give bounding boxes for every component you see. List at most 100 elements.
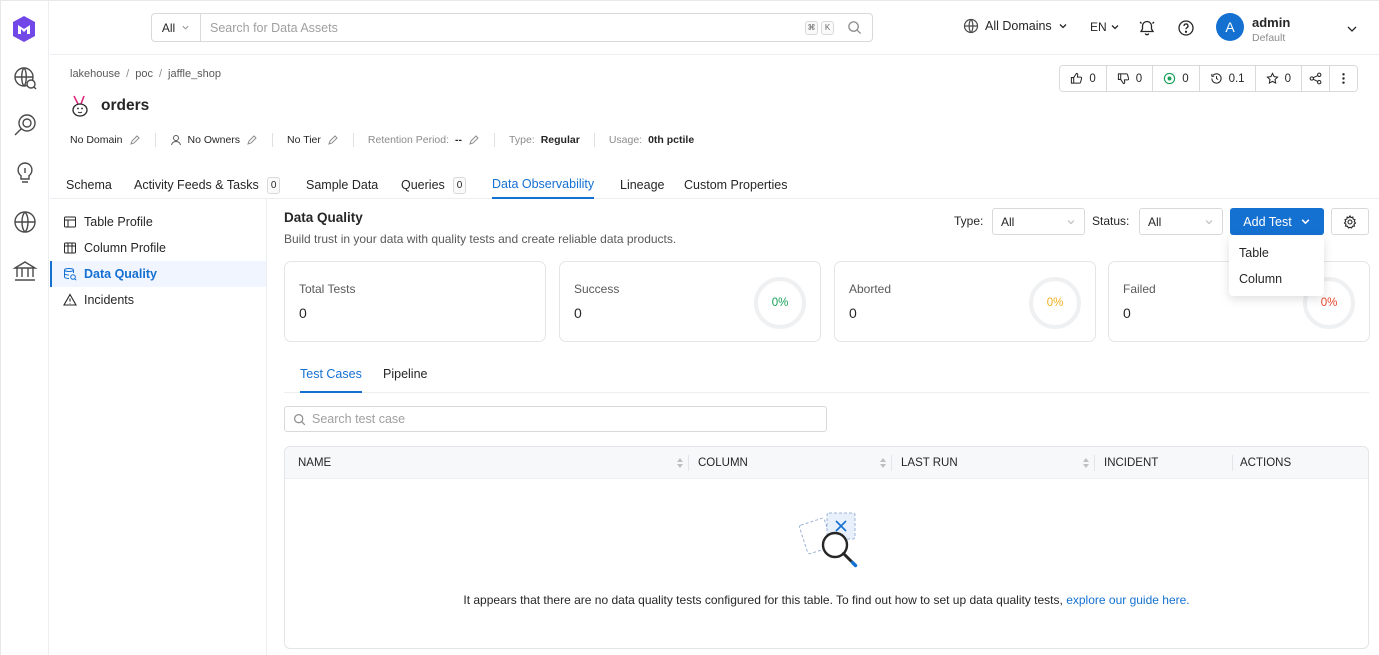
entity-tabs: Schema Activity Feeds & Tasks 0 Sample Da… xyxy=(50,165,1379,199)
global-search-input[interactable] xyxy=(201,20,805,35)
stat-progress-ring: 0% xyxy=(754,277,806,329)
section-title: Data Quality xyxy=(284,210,363,225)
k-key: K xyxy=(821,20,834,35)
add-test-button[interactable]: Add Test xyxy=(1230,208,1324,235)
column-header-incident[interactable]: INCIDENT xyxy=(1104,447,1158,479)
vote-button[interactable]: 0 xyxy=(1153,66,1200,91)
help-icon[interactable] xyxy=(1177,19,1195,37)
domain-selector[interactable]: All Domains xyxy=(963,18,1068,34)
like-count: 0 xyxy=(1089,72,1096,85)
entity-actions-bar: 0 0 0 0.1 0 xyxy=(1059,65,1358,92)
breadcrumb-item[interactable]: jaffle_shop xyxy=(168,68,221,80)
governance-icon[interactable] xyxy=(12,258,38,284)
sort-icon[interactable] xyxy=(676,457,684,469)
column-header-name[interactable]: NAME xyxy=(298,447,331,479)
status-filter-select[interactable]: All xyxy=(1139,208,1223,235)
app-logo-icon[interactable] xyxy=(11,15,37,43)
test-case-search-input[interactable] xyxy=(312,412,826,426)
column-divider xyxy=(1094,455,1095,471)
sidebar-item-column-profile[interactable]: Column Profile xyxy=(50,235,266,261)
cmd-key: ⌘ xyxy=(805,20,818,35)
retention-meta: Retention Period: -- xyxy=(367,133,496,147)
chevron-down-icon xyxy=(1059,24,1067,29)
tab-label: Queries xyxy=(401,178,445,192)
type-filter-value: All xyxy=(1001,214,1015,229)
breadcrumb-item[interactable]: poc xyxy=(135,68,153,80)
sidebar-item-table-profile[interactable]: Table Profile xyxy=(50,209,266,235)
like-button[interactable]: 0 xyxy=(1060,66,1107,91)
share-button[interactable] xyxy=(1302,66,1330,91)
type-filter-select[interactable]: All xyxy=(992,208,1085,235)
stat-value: 0 xyxy=(1123,305,1131,321)
test-cases-table: NAME COLUMN LAST RUN INCIDENT ACTIONS It… xyxy=(284,446,1369,649)
stat-label: Aborted xyxy=(849,282,892,296)
search-button[interactable] xyxy=(842,16,866,40)
search-shortcut: ⌘ K xyxy=(805,20,834,35)
no-data-illustration-icon xyxy=(799,512,858,568)
tab-sample-data[interactable]: Sample Data xyxy=(306,171,378,199)
sidebar-item-data-quality[interactable]: Data Quality xyxy=(50,261,266,287)
retention-label: Retention Period: xyxy=(367,134,450,146)
entity-metadata-bar: No Domain No Owners No Tier Retention Pe… xyxy=(70,133,722,147)
breadcrumb-item[interactable]: lakehouse xyxy=(70,68,120,80)
test-subtabs: Test Cases Pipeline xyxy=(284,361,1369,393)
stat-value: 0 xyxy=(299,305,307,321)
search-icon xyxy=(847,21,861,35)
status-filter-label: Status: xyxy=(1092,214,1130,228)
tab-lineage[interactable]: Lineage xyxy=(620,171,665,199)
column-header-last-run[interactable]: LAST RUN xyxy=(901,447,958,479)
retention-value: -- xyxy=(455,134,463,146)
tab-activity-feeds[interactable]: Activity Feeds & Tasks 0 xyxy=(134,171,281,199)
tab-data-observability[interactable]: Data Observability xyxy=(492,171,595,199)
stat-card-success: Success 0 0% xyxy=(559,261,821,342)
stat-card-total: Total Tests 0 xyxy=(284,261,546,342)
guide-link[interactable]: explore our guide here. xyxy=(1066,593,1189,607)
edit-pencil-icon[interactable] xyxy=(468,134,480,146)
search-icon xyxy=(294,413,306,425)
avatar[interactable]: A xyxy=(1216,13,1244,41)
tab-label: Custom Properties xyxy=(684,178,788,192)
data-quality-icon xyxy=(64,268,77,281)
dislike-button[interactable]: 0 xyxy=(1106,66,1154,91)
thumbs-up-icon xyxy=(1071,72,1083,84)
observability-icon[interactable] xyxy=(12,112,38,138)
add-test-option-column[interactable]: Column xyxy=(1229,266,1324,292)
explore-icon[interactable] xyxy=(12,65,38,91)
chevron-down-icon xyxy=(1067,219,1075,224)
settings-button[interactable] xyxy=(1331,208,1369,235)
sidebar-item-label: Table Profile xyxy=(84,215,153,229)
tab-queries[interactable]: Queries 0 xyxy=(401,171,467,199)
insights-icon[interactable] xyxy=(12,160,38,186)
search-scope-select[interactable]: All xyxy=(152,14,201,41)
tab-test-cases[interactable]: Test Cases xyxy=(300,367,362,393)
edit-pencil-icon[interactable] xyxy=(246,134,258,146)
observability-sidebar: Table Profile Column Profile Data Qualit… xyxy=(50,199,267,655)
tab-schema[interactable]: Schema xyxy=(66,171,112,199)
breadcrumb: lakehouse / poc / jaffle_shop xyxy=(70,68,221,80)
sort-icon[interactable] xyxy=(879,457,887,469)
type-value: Regular xyxy=(540,134,580,146)
column-header-column[interactable]: COLUMN xyxy=(698,447,748,479)
user-name[interactable]: admin xyxy=(1252,15,1290,30)
add-test-option-table[interactable]: Table xyxy=(1229,240,1324,266)
tab-custom-properties[interactable]: Custom Properties xyxy=(684,171,788,199)
edit-pencil-icon[interactable] xyxy=(129,134,141,146)
more-options-button[interactable] xyxy=(1330,66,1357,91)
search-scope-value: All xyxy=(161,20,176,35)
sidebar-item-incidents[interactable]: Incidents xyxy=(50,287,266,313)
tab-count-badge: 0 xyxy=(266,176,281,194)
sort-icon[interactable] xyxy=(1082,457,1090,469)
empty-state-message: It appears that there are no data qualit… xyxy=(285,593,1368,607)
page-title: orders xyxy=(101,97,150,114)
domains-icon[interactable] xyxy=(12,209,38,235)
language-selector[interactable]: EN xyxy=(1090,20,1120,34)
tab-pipeline[interactable]: Pipeline xyxy=(383,367,427,393)
language-label: EN xyxy=(1090,20,1107,34)
follow-button[interactable]: 0 xyxy=(1255,66,1302,91)
tab-label: Data Observability xyxy=(492,177,595,191)
version-button[interactable]: 0.1 xyxy=(1199,66,1256,91)
notification-bell-icon[interactable] xyxy=(1138,19,1156,37)
edit-pencil-icon[interactable] xyxy=(327,134,339,146)
warning-icon xyxy=(63,293,77,306)
user-menu-chevron-icon[interactable] xyxy=(1346,23,1358,35)
